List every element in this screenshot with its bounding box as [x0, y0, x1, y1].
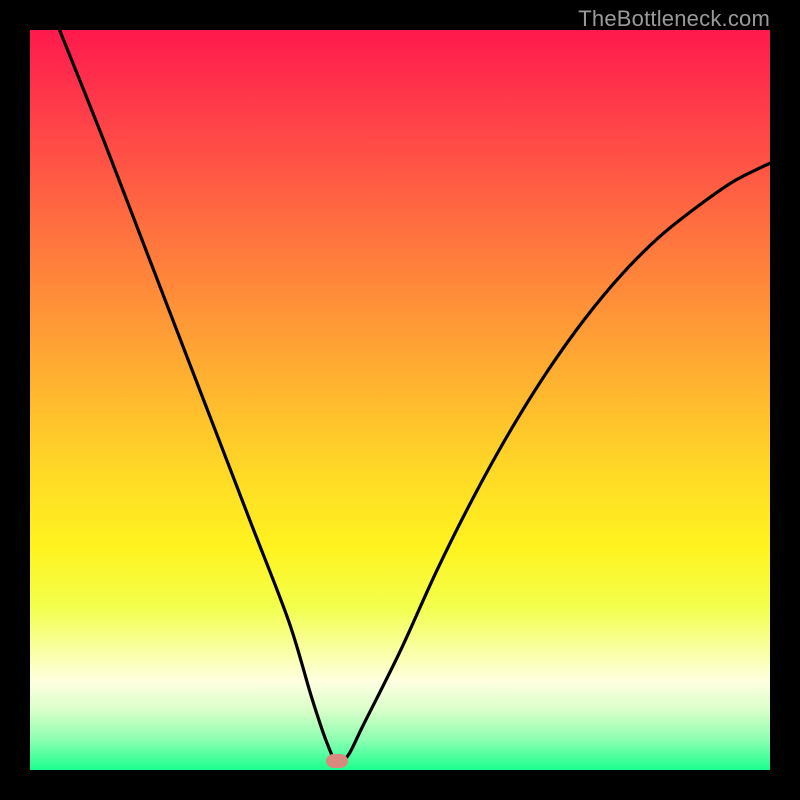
watermark-text: TheBottleneck.com — [578, 6, 770, 32]
plot-area — [30, 30, 770, 770]
optimal-marker — [326, 754, 348, 768]
chart-frame: TheBottleneck.com — [0, 0, 800, 800]
bottleneck-curve — [30, 30, 770, 770]
